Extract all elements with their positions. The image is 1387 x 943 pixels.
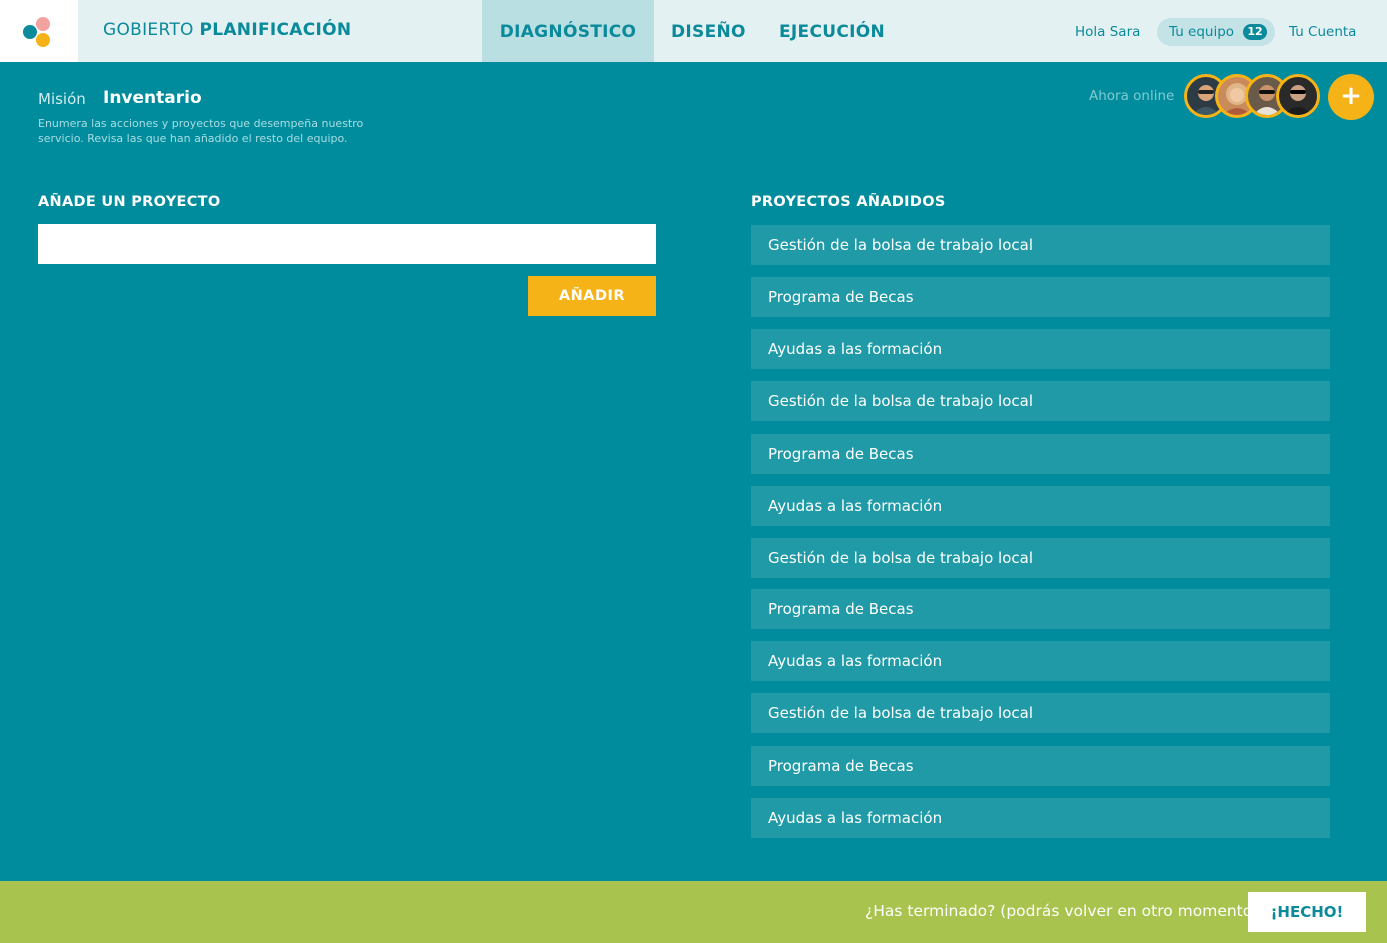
list-item[interactable]: Programa de Becas — [751, 589, 1330, 629]
tab-ejecucion[interactable]: EJECUCIÓN — [779, 0, 885, 62]
team-count-badge: 12 — [1243, 24, 1267, 40]
page-description: Enumera las acciones y proyectos que des… — [38, 117, 364, 145]
app-logo[interactable] — [0, 0, 78, 62]
finish-question: ¿Has terminado? (podrás volver en otro m… — [865, 902, 1259, 920]
breadcrumb-mision[interactable]: Misión — [38, 90, 86, 108]
list-item[interactable]: Gestión de la bolsa de trabajo local — [751, 693, 1330, 733]
logo-icon — [23, 17, 50, 47]
team-button[interactable]: Tu equipo 12 — [1157, 18, 1275, 46]
user-avatar-icon — [1284, 85, 1312, 115]
list-item[interactable]: Ayudas a las formación — [751, 329, 1330, 369]
tab-diseno[interactable]: DISEÑO — [671, 0, 746, 62]
list-item[interactable]: Ayudas a las formación — [751, 641, 1330, 681]
brand-title: GOBIERTO PLANIFICACIÓN — [103, 20, 351, 40]
footer-bar: ¿Has terminado? (podrás volver en otro m… — [0, 881, 1387, 943]
list-item[interactable]: Programa de Becas — [751, 746, 1330, 786]
tab-diagnostico[interactable]: DIAGNÓSTICO — [482, 0, 654, 62]
list-item[interactable]: Programa de Becas — [751, 434, 1330, 474]
avatar[interactable] — [1276, 74, 1320, 118]
list-item[interactable]: Programa de Becas — [751, 277, 1330, 317]
added-projects-title: PROYECTOS AÑADIDOS — [751, 194, 946, 210]
list-item[interactable]: Gestión de la bolsa de trabajo local — [751, 538, 1330, 578]
page-title: Inventario — [103, 88, 202, 108]
list-item[interactable]: Gestión de la bolsa de trabajo local — [751, 381, 1330, 421]
brand-bold: PLANIFICACIÓN — [199, 20, 352, 40]
list-item[interactable]: Ayudas a las formación — [751, 798, 1330, 838]
project-input[interactable] — [38, 224, 656, 264]
top-header: GOBIERTO PLANIFICACIÓN DIAGNÓSTICO DISEÑ… — [0, 0, 1387, 62]
user-greeting[interactable]: Hola Sara — [1075, 24, 1140, 40]
team-label: Tu equipo — [1169, 24, 1235, 40]
account-link[interactable]: Tu Cuenta — [1289, 24, 1356, 40]
list-item[interactable]: Gestión de la bolsa de trabajo local — [751, 225, 1330, 265]
brand-light: GOBIERTO — [103, 20, 194, 40]
list-item[interactable]: Ayudas a las formación — [751, 486, 1330, 526]
done-button[interactable]: ¡HECHO! — [1248, 892, 1366, 932]
add-project-button[interactable]: AÑADIR — [528, 276, 656, 316]
online-label: Ahora online — [1089, 88, 1175, 104]
add-project-title: AÑADE UN PROYECTO — [38, 194, 221, 210]
add-member-button[interactable]: + — [1328, 74, 1374, 120]
